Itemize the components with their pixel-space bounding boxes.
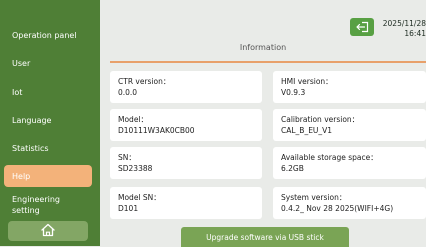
sidebar: Operation panel User Iot Language Statis… xyxy=(0,0,100,246)
hmi-version-value: V0.9.3 xyxy=(281,88,306,97)
hmi-version-label: HMI version： xyxy=(281,77,333,86)
hmi-version-card: HMI version： V0.9.3 xyxy=(273,71,426,103)
ctr-version-label: CTR version： xyxy=(118,77,171,86)
model-label: Model： xyxy=(118,115,149,124)
sn-label: SN： xyxy=(118,153,136,162)
model-card: Model： D10111W3AK0CB00 xyxy=(110,109,262,141)
sn-value: SD23388 xyxy=(118,164,153,173)
calibration-version-card: Calibration version： CAL_B_EU_V1 xyxy=(273,109,426,141)
storage-card: Available storage space： 6.2GB xyxy=(273,147,426,179)
model-value: D10111W3AK0CB00 xyxy=(118,126,195,135)
upgrade-usb-button[interactable]: Upgrade software via USB stick xyxy=(181,227,349,247)
storage-value: 6.2GB xyxy=(281,164,304,173)
system-version-label: System version： xyxy=(281,193,347,202)
sidebar-item-label: Engineering setting xyxy=(12,195,60,215)
date-text: 2025/11/28 xyxy=(382,19,426,28)
sidebar-item-label: Language xyxy=(12,115,52,125)
datetime: 2025/11/28 16:41 xyxy=(378,19,426,39)
sidebar-item-iot[interactable]: Iot xyxy=(4,85,92,99)
ctr-version-card: CTR version： 0.0.0 xyxy=(110,71,262,103)
sidebar-item-label: Statistics xyxy=(12,143,49,153)
system-version-card: System version： 0.4.2_ Nov 28 2025(WIFI+… xyxy=(273,187,426,219)
calibration-version-value: CAL_B_EU_V1 xyxy=(281,126,333,135)
sidebar-item-operation-panel[interactable]: Operation panel xyxy=(4,28,92,42)
storage-label: Available storage space： xyxy=(281,153,378,162)
calibration-version-label: Calibration version： xyxy=(281,115,360,124)
main-panel: 2025/11/28 16:41 Information CTR version… xyxy=(100,0,426,247)
model-sn-card: Model SN： D101 xyxy=(110,187,262,219)
home-icon xyxy=(40,222,56,241)
home-button[interactable] xyxy=(8,221,88,241)
sn-card: SN： SD23388 xyxy=(110,147,262,179)
page-title: Information xyxy=(239,43,287,52)
ctr-version-value: 0.0.0 xyxy=(118,88,138,97)
sidebar-item-label: User xyxy=(12,58,31,68)
sidebar-item-engineering-setting[interactable]: Engineering setting xyxy=(4,193,92,217)
sidebar-item-label: Iot xyxy=(12,87,23,97)
sidebar-item-statistics[interactable]: Statistics xyxy=(4,141,92,155)
model-sn-label: Model SN： xyxy=(118,193,161,202)
sidebar-item-label: Operation panel xyxy=(12,30,77,40)
title-divider xyxy=(110,61,426,63)
exit-button[interactable] xyxy=(350,18,374,36)
exit-icon xyxy=(355,18,369,37)
system-version-value: 0.4.2_ Nov 28 2025(WIFI+4G) xyxy=(281,204,394,213)
sidebar-item-help[interactable]: Help xyxy=(4,165,92,187)
model-sn-value: D101 xyxy=(118,204,139,213)
sidebar-item-user[interactable]: User xyxy=(4,56,92,70)
sidebar-item-label: Help xyxy=(12,171,31,181)
time-text: 16:41 xyxy=(404,29,426,38)
sidebar-item-language[interactable]: Language xyxy=(4,113,92,127)
